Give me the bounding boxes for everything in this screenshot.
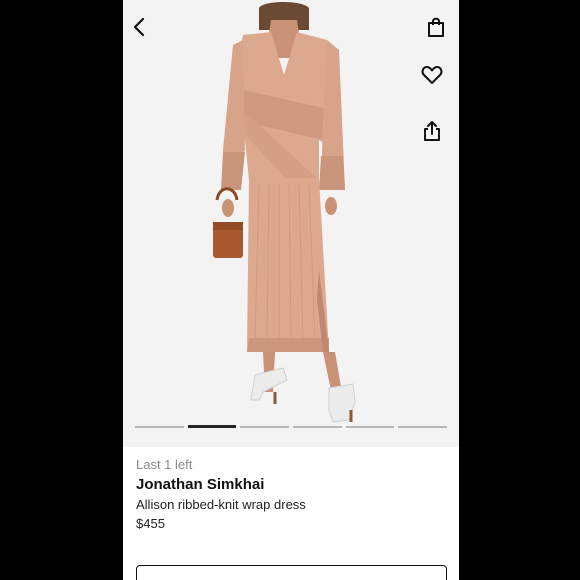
carousel-dot[interactable]	[345, 426, 395, 428]
share-icon	[424, 121, 440, 141]
product-info: Last 1 left Jonathan Simkhai Allison rib…	[136, 457, 446, 531]
brand-name[interactable]: Jonathan Simkhai	[136, 476, 446, 493]
back-button[interactable]	[127, 14, 153, 40]
wishlist-button[interactable]	[419, 62, 445, 88]
product-page: Last 1 left Jonathan Simkhai Allison rib…	[123, 0, 459, 580]
shopping-bag-icon	[428, 17, 444, 37]
carousel-dot[interactable]	[135, 426, 184, 428]
product-price: $455	[136, 516, 165, 531]
share-button[interactable]	[419, 118, 445, 144]
carousel-dot[interactable]	[398, 426, 448, 428]
size-select-button[interactable]	[136, 565, 447, 580]
carousel-dot-active[interactable]	[187, 425, 237, 428]
carousel-indicators	[135, 425, 448, 428]
product-image-carousel[interactable]	[123, 0, 459, 447]
carousel-dot[interactable]	[240, 426, 290, 428]
chevron-left-icon	[133, 17, 145, 37]
product-photo	[123, 0, 459, 447]
stock-note: Last 1 left	[136, 457, 193, 472]
carousel-dot[interactable]	[293, 426, 342, 428]
heart-icon	[421, 66, 443, 84]
product-name: Allison ribbed-knit wrap dress	[136, 497, 306, 512]
bag-button[interactable]	[423, 14, 449, 40]
